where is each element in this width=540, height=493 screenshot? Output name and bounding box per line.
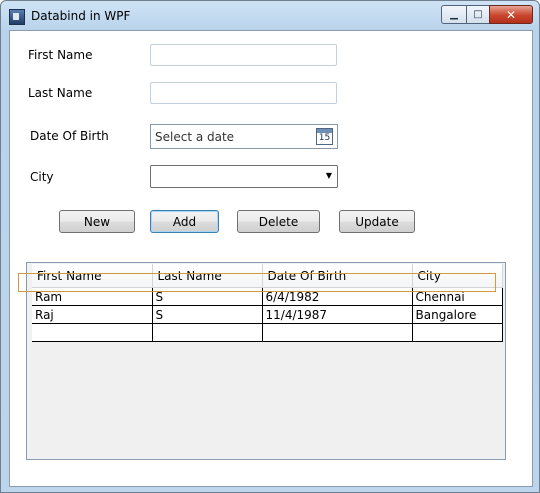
grid-header-row: First Name Last Name Date Of Birth City: [32, 264, 503, 288]
app-icon: [9, 9, 25, 25]
cell-date-of-birth[interactable]: 11/4/1987: [262, 305, 413, 324]
cell-city[interactable]: Bangalore: [412, 305, 503, 324]
add-button[interactable]: Add: [150, 210, 219, 233]
cell-last-name[interactable]: [152, 323, 263, 342]
city-combobox[interactable]: ▼: [150, 165, 338, 188]
calendar-icon[interactable]: 15: [316, 128, 333, 145]
cell-last-name[interactable]: S: [152, 305, 263, 324]
cell-first-name[interactable]: [32, 323, 153, 342]
maximize-button[interactable]: □: [466, 5, 489, 24]
cell-city[interactable]: Chennai: [412, 287, 503, 306]
grid-table: First Name Last Name Date Of Birth City …: [32, 264, 503, 342]
last-name-label: Last Name: [28, 86, 93, 100]
city-label: City: [30, 170, 54, 184]
cell-city[interactable]: [412, 323, 503, 342]
close-icon: ✕: [505, 7, 517, 22]
window-title: Databind in WPF: [31, 9, 131, 23]
window-controls: ▁ □ ✕: [441, 5, 533, 24]
minimize-button[interactable]: ▁: [441, 5, 466, 24]
update-button[interactable]: Update: [339, 210, 415, 233]
client-area: First Name Last Name Date Of Birth Selec…: [9, 30, 533, 487]
cell-date-of-birth[interactable]: [262, 323, 413, 342]
cell-date-of-birth[interactable]: 6/4/1982: [262, 287, 413, 306]
chevron-down-icon[interactable]: ▼: [326, 171, 332, 180]
cell-first-name[interactable]: Raj: [32, 305, 153, 324]
table-row-selected[interactable]: Raj S 11/4/1987 Bangalore: [32, 305, 503, 324]
minimize-icon: ▁: [450, 8, 458, 20]
main-window: Databind in WPF ▁ □ ✕ First Name Last Na…: [0, 0, 540, 493]
new-button[interactable]: New: [59, 210, 135, 233]
cell-last-name[interactable]: S: [152, 287, 263, 306]
column-header-date-of-birth[interactable]: Date Of Birth: [262, 264, 413, 288]
table-row-new[interactable]: [32, 323, 503, 342]
table-row[interactable]: Ram S 6/4/1982 Chennai: [32, 287, 503, 306]
column-header-last-name[interactable]: Last Name: [152, 264, 263, 288]
maximize-icon: □: [473, 8, 483, 20]
column-header-city[interactable]: City: [412, 264, 503, 288]
last-name-input[interactable]: [150, 82, 337, 104]
title-bar[interactable]: Databind in WPF ▁ □ ✕: [1, 1, 539, 29]
first-name-input[interactable]: [150, 44, 337, 66]
first-name-label: First Name: [28, 48, 93, 62]
close-button[interactable]: ✕: [489, 5, 533, 24]
column-header-first-name[interactable]: First Name: [32, 264, 153, 288]
date-placeholder[interactable]: Select a date: [155, 130, 234, 144]
data-grid[interactable]: First Name Last Name Date Of Birth City …: [26, 262, 506, 460]
date-of-birth-picker[interactable]: Select a date 15: [150, 124, 338, 149]
delete-button[interactable]: Delete: [237, 210, 320, 233]
dob-label: Date Of Birth: [30, 129, 109, 143]
cell-first-name[interactable]: Ram: [32, 287, 153, 306]
